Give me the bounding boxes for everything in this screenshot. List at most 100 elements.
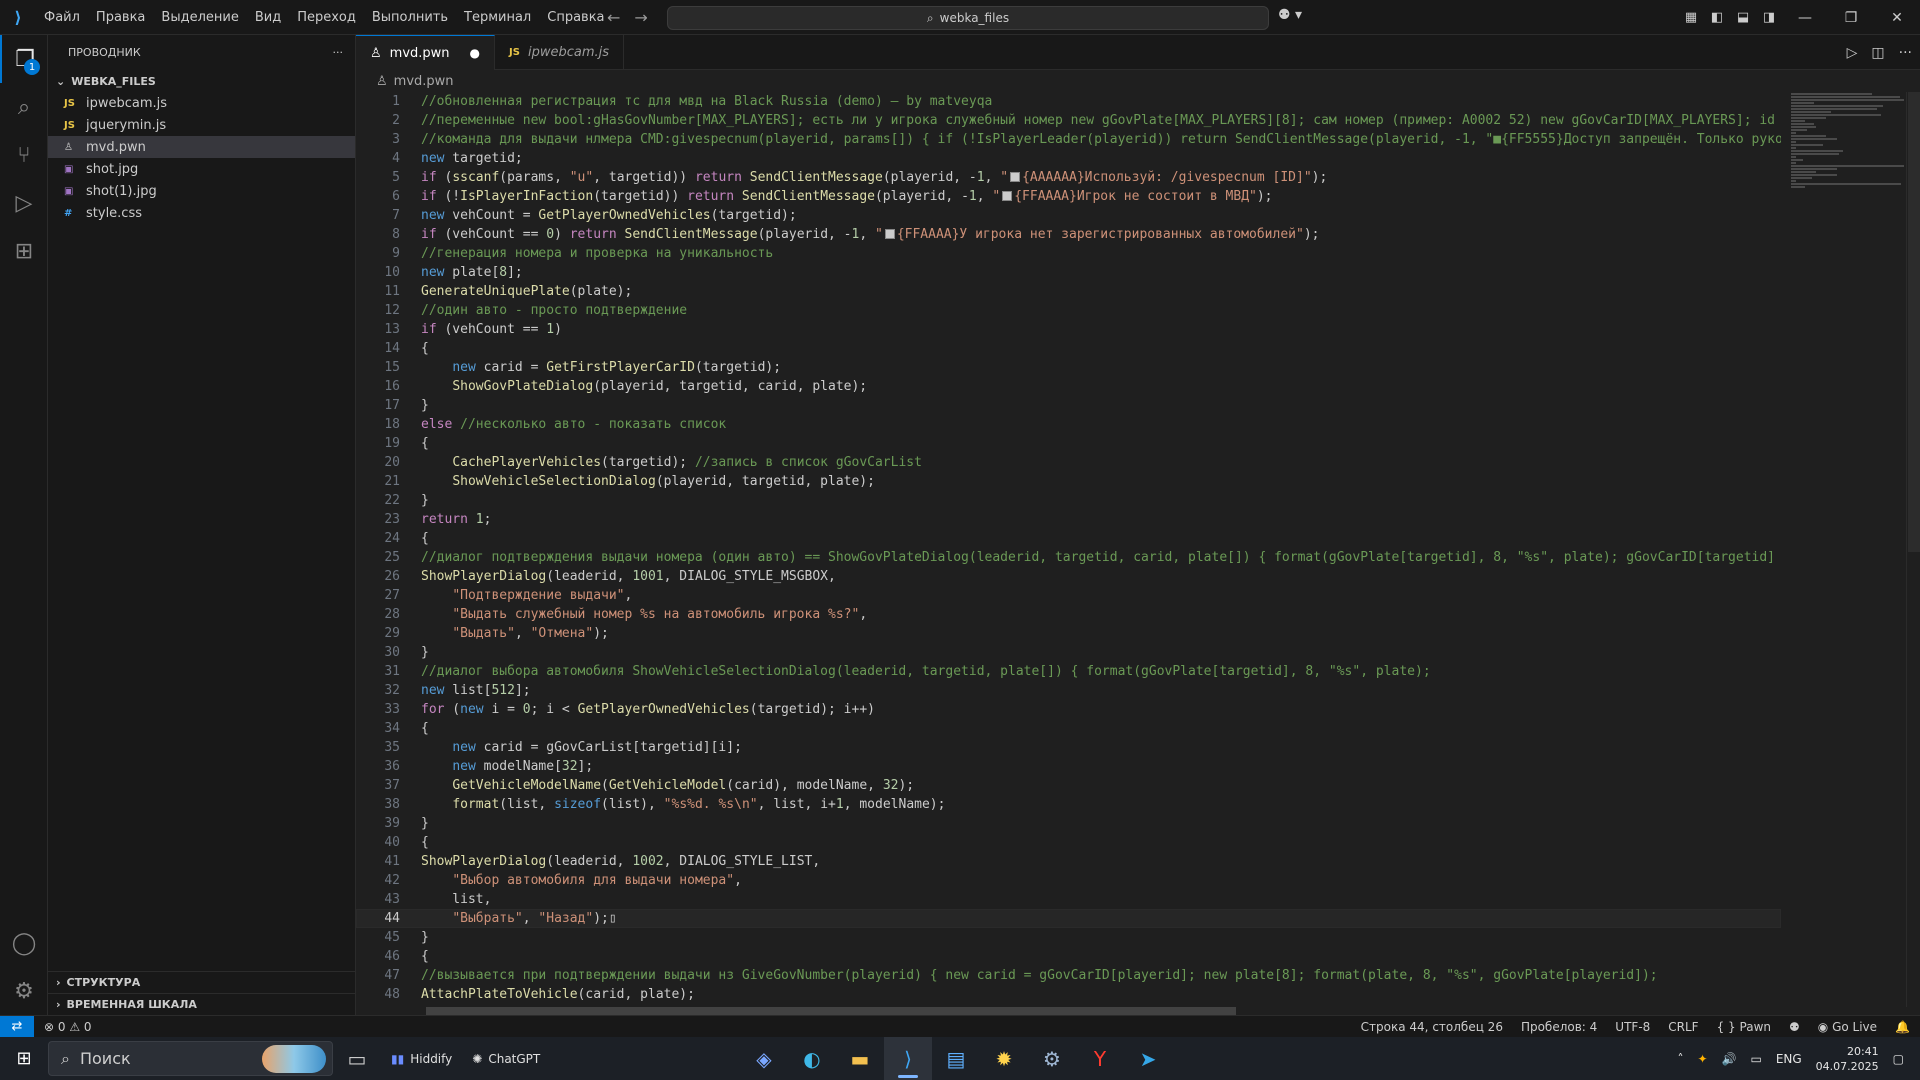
code-line[interactable]: 11 GenerateUniquePlate(plate); bbox=[356, 282, 1781, 301]
tray-chevron-up-icon[interactable]: ˄ bbox=[1677, 1052, 1683, 1066]
file-ipwebcam-js[interactable]: JS ipwebcam.js bbox=[48, 92, 355, 114]
code-line[interactable]: 31 //диалог выбора автомобиля ShowVehicle… bbox=[356, 662, 1781, 681]
close-icon[interactable]: ✕ bbox=[1874, 10, 1920, 26]
code-line[interactable]: 16 ShowGovPlateDialog(playerid, targetid… bbox=[356, 377, 1781, 396]
code-line[interactable]: 1 //обновленная регистрация тс для мвд на… bbox=[356, 92, 1781, 111]
code-line[interactable]: 4 new targetid; bbox=[356, 149, 1781, 168]
code-line[interactable]: 13 if (vehCount == 1) bbox=[356, 320, 1781, 339]
more-actions-icon[interactable]: ··· bbox=[333, 46, 344, 59]
vscode-app-icon[interactable]: ⟩ bbox=[884, 1037, 932, 1080]
minimize-icon[interactable]: — bbox=[1782, 10, 1828, 26]
split-editor-icon[interactable]: ◫ bbox=[1871, 45, 1884, 61]
indentation[interactable]: Пробелов: 4 bbox=[1521, 1020, 1597, 1034]
scrollbar-thumb[interactable] bbox=[426, 1007, 1236, 1015]
code-line[interactable]: 20 CachePlayerVehicles(targetid); //запи… bbox=[356, 453, 1781, 472]
code-line[interactable]: 17} bbox=[356, 396, 1781, 415]
layout-customize-icon[interactable]: ▦ bbox=[1678, 10, 1704, 25]
code-line[interactable]: 9 //генерация номера и проверка на уникал… bbox=[356, 244, 1781, 263]
command-center[interactable]: ⌕ webka_files bbox=[667, 6, 1269, 30]
toggle-secondary-sidebar-icon[interactable]: ◨ bbox=[1756, 10, 1782, 25]
code-line[interactable]: 24 { bbox=[356, 529, 1781, 548]
code-line[interactable]: 43 list, bbox=[356, 890, 1781, 909]
end-of-line[interactable]: CRLF bbox=[1668, 1020, 1698, 1034]
code-line[interactable]: 28 "Выдать служебный номер %s на автомоб… bbox=[356, 605, 1781, 624]
network-icon[interactable]: ▭ bbox=[1750, 1052, 1761, 1066]
outline-section[interactable]: › СТРУКТУРА bbox=[48, 971, 356, 993]
copilot-app-icon[interactable]: ◈ bbox=[740, 1037, 788, 1080]
taskbar-chatgpt[interactable]: ✺ ChatGPT bbox=[462, 1037, 550, 1080]
code-line[interactable]: 41 ShowPlayerDialog(leaderid, 1002, DIALO… bbox=[356, 852, 1781, 871]
extensions-icon[interactable]: ⊞ bbox=[0, 227, 48, 275]
code-line[interactable]: 34 { bbox=[356, 719, 1781, 738]
cursor-position[interactable]: Строка 44, столбец 26 bbox=[1361, 1020, 1503, 1034]
code-line[interactable]: 8 if (vehCount == 0) return SendClientMes… bbox=[356, 225, 1781, 244]
notification-center-icon[interactable]: ▢ bbox=[1893, 1052, 1904, 1066]
problems-indicator[interactable]: ⊗ 0 ⚠ 0 bbox=[44, 1020, 92, 1034]
go-live-button[interactable]: ◉ Go Live bbox=[1818, 1020, 1877, 1034]
file-jquerymin-js[interactable]: JS jquerymin.js bbox=[48, 114, 355, 136]
code-line[interactable]: 33 for (new i = 0; i < GetPlayerOwnedVehi… bbox=[356, 700, 1781, 719]
code-line[interactable]: 42 "Выбор автомобиля для выдачи номера", bbox=[356, 871, 1781, 890]
taskbar-search[interactable]: ⌕ Поиск bbox=[48, 1041, 333, 1076]
code-line[interactable]: 2 //переменные new bool:gHasGovNumber[MAX… bbox=[356, 111, 1781, 130]
notifications-bell-icon[interactable]: 🔔 bbox=[1895, 1020, 1910, 1034]
code-line[interactable]: 44 "Выбрать", "Назад");▯ bbox=[356, 909, 1781, 928]
code-line[interactable]: 46 { bbox=[356, 947, 1781, 966]
tab-ipwebcam-js[interactable]: JS ipwebcam.js bbox=[495, 35, 624, 70]
code-line[interactable]: 37 GetVehicleModelName(GetVehicleModel(c… bbox=[356, 776, 1781, 795]
minimap[interactable] bbox=[1791, 92, 1906, 212]
store-icon[interactable]: ▤ bbox=[932, 1037, 980, 1080]
code-line[interactable]: 25 //диалог подтверждения выдачи номера (… bbox=[356, 548, 1781, 567]
remote-indicator-icon[interactable]: ⇄ bbox=[0, 1015, 34, 1038]
menu-help[interactable]: Справка bbox=[539, 0, 612, 35]
run-icon[interactable]: ▷ bbox=[1847, 45, 1858, 61]
menu-go[interactable]: Переход bbox=[289, 0, 364, 35]
code-line[interactable]: 18 else //несколько авто - показать списо… bbox=[356, 415, 1781, 434]
code-editor[interactable]: 1 //обновленная регистрация тс для мвд на… bbox=[356, 92, 1781, 1007]
modified-dot-icon[interactable]: ● bbox=[470, 46, 480, 60]
code-line[interactable]: 10 new plate[8]; bbox=[356, 263, 1781, 282]
run-debug-icon[interactable]: ▷ bbox=[0, 179, 48, 227]
file-mvd-pwn[interactable]: ♙ mvd.pwn bbox=[48, 136, 355, 158]
account-icon[interactable]: ◯ bbox=[0, 919, 48, 967]
file-style-css[interactable]: # style.css bbox=[48, 202, 355, 224]
toggle-sidebar-icon[interactable]: ◧ bbox=[1704, 10, 1730, 25]
yandex-browser-icon[interactable]: Y bbox=[1076, 1037, 1124, 1080]
menu-terminal[interactable]: Терминал bbox=[456, 0, 539, 35]
timeline-section[interactable]: › ВРЕМЕННАЯ ШКАЛА bbox=[48, 993, 356, 1015]
code-line[interactable]: 3 //команда для выдачи нлмера CMD:givespe… bbox=[356, 130, 1781, 149]
forward-arrow-icon[interactable]: → bbox=[634, 8, 647, 27]
edge-browser-icon[interactable]: ◐ bbox=[788, 1037, 836, 1080]
task-view-icon[interactable]: ▭ bbox=[333, 1037, 381, 1080]
code-line[interactable]: 40 { bbox=[356, 833, 1781, 852]
folder-webka-files[interactable]: ⌄ WEBKA_FILES bbox=[48, 70, 355, 92]
scrollbar-thumb[interactable] bbox=[1908, 92, 1920, 552]
search-view-icon[interactable]: ⌕ bbox=[0, 83, 48, 131]
menu-selection[interactable]: Выделение bbox=[153, 0, 246, 35]
language-indicator[interactable]: ENG bbox=[1776, 1052, 1802, 1066]
code-line[interactable]: 39} bbox=[356, 814, 1781, 833]
explorer-icon[interactable]: ❐ 1 bbox=[0, 35, 48, 83]
copilot-icon[interactable]: ⚉ ▾ bbox=[1278, 7, 1302, 23]
file-shot1-jpg[interactable]: ▣ shot(1).jpg bbox=[48, 180, 355, 202]
windows-start-icon[interactable]: ⊞ bbox=[0, 1037, 48, 1080]
toggle-panel-icon[interactable]: ⬓ bbox=[1730, 10, 1756, 25]
code-line[interactable]: 5 if (sscanf(params, "u", targetid)) retu… bbox=[356, 168, 1781, 187]
tray-app-icon[interactable]: ✦ bbox=[1697, 1052, 1707, 1066]
copilot-status-icon[interactable]: ⚉ bbox=[1789, 1020, 1800, 1034]
code-line[interactable]: 32 new list[512]; bbox=[356, 681, 1781, 700]
menu-run[interactable]: Выполнить bbox=[364, 0, 456, 35]
menu-edit[interactable]: Правка bbox=[88, 0, 153, 35]
code-line[interactable]: 36 new modelName[32]; bbox=[356, 757, 1781, 776]
code-line[interactable]: 15 new carid = GetFirstPlayerCarID(targe… bbox=[356, 358, 1781, 377]
menu-view[interactable]: Вид bbox=[247, 0, 289, 35]
code-line[interactable]: 47 //вызывается при подтверждении выдачи … bbox=[356, 966, 1781, 985]
vertical-scrollbar[interactable] bbox=[1906, 92, 1920, 1007]
code-line[interactable]: 22} bbox=[356, 491, 1781, 510]
code-line[interactable]: 23 return 1; bbox=[356, 510, 1781, 529]
code-line[interactable]: 7 new vehCount = GetPlayerOwnedVehicles(t… bbox=[356, 206, 1781, 225]
code-line[interactable]: 26 ShowPlayerDialog(leaderid, 1001, DIALO… bbox=[356, 567, 1781, 586]
menu-file[interactable]: Файл bbox=[36, 0, 88, 35]
file-shot-jpg[interactable]: ▣ shot.jpg bbox=[48, 158, 355, 180]
burst-app-icon[interactable]: ✹ bbox=[980, 1037, 1028, 1080]
